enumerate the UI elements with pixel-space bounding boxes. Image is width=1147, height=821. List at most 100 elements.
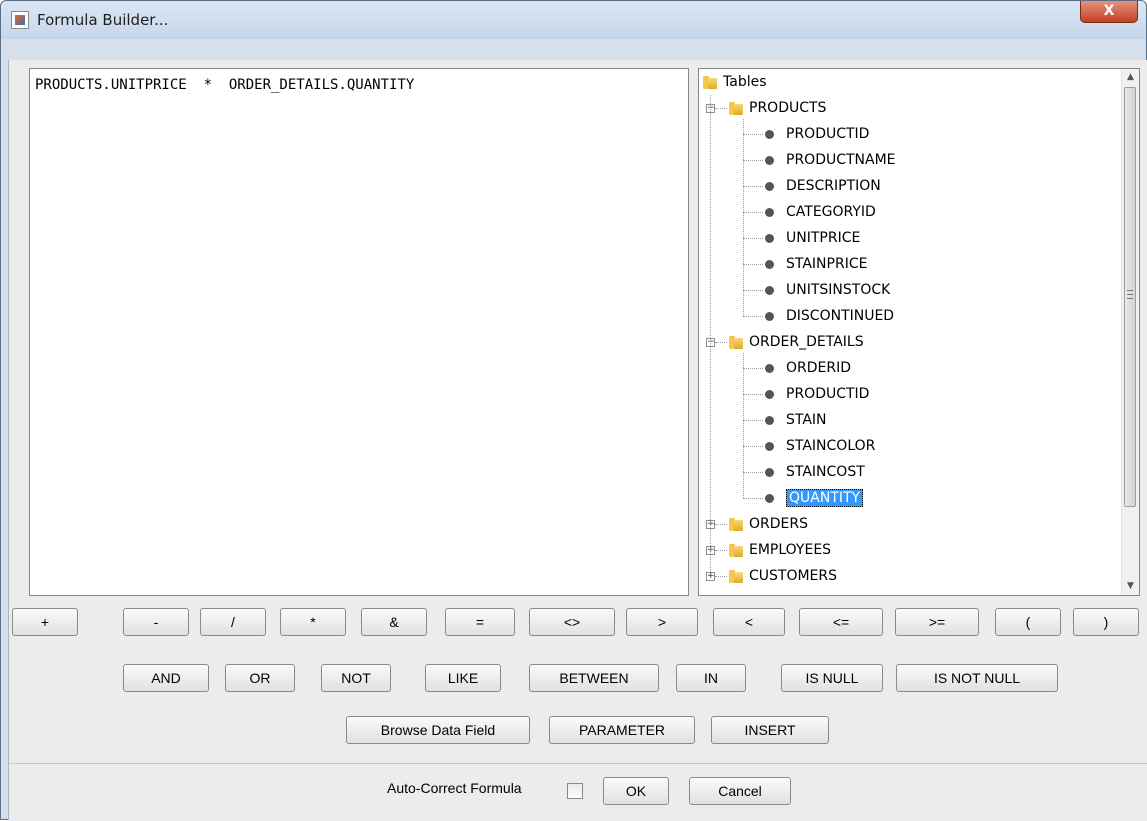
tree-field-node[interactable]: UNITPRICE	[765, 227, 860, 249]
tree-table-node[interactable]: ORDERS	[729, 513, 808, 535]
logical-operator-button[interactable]: NOT	[321, 664, 391, 692]
tree-table-node[interactable]: EMPLOYEES	[729, 539, 831, 561]
logical-operator-button[interactable]: AND	[123, 664, 209, 692]
tree-field-node[interactable]: PRODUCTID	[765, 123, 869, 145]
table-name-label: ORDERS	[749, 516, 808, 532]
operator-button[interactable]: /	[200, 608, 266, 636]
expand-icon[interactable]: +	[706, 572, 715, 581]
field-label: STAINCOST	[786, 464, 865, 480]
field-label: CATEGORYID	[786, 204, 876, 220]
table-name-label: EMPLOYEES	[749, 542, 832, 558]
scroll-down-arrow-icon[interactable]: ▼	[1122, 578, 1139, 595]
folder-icon	[729, 569, 743, 583]
auto-correct-label: Auto-Correct Formula	[387, 780, 522, 796]
formula-editor[interactable]: PRODUCTS.UNITPRICE * ORDER_DETAILS.QUANT…	[29, 68, 689, 596]
operator-button[interactable]: *	[280, 608, 346, 636]
tree-connector	[743, 290, 763, 291]
tree-field-node[interactable]: STAINCOLOR	[765, 435, 875, 457]
field-icon	[765, 389, 774, 399]
selected-field-label: QUANTITY	[786, 489, 864, 507]
operator-button[interactable]: =	[445, 608, 515, 636]
operator-button[interactable]: &	[361, 608, 427, 636]
tree-field-node[interactable]: DESCRIPTION	[765, 175, 881, 197]
tree-connector	[743, 212, 763, 213]
tree-connector	[743, 353, 744, 498]
field-icon	[765, 233, 774, 243]
logical-operator-button[interactable]: LIKE	[425, 664, 501, 692]
tree-field-node[interactable]: STAINCOST	[765, 461, 865, 483]
folder-icon	[729, 101, 743, 115]
tree-connector	[715, 342, 727, 343]
field-icon	[765, 181, 774, 191]
footer-bar: Auto-Correct Formula OK Cancel	[9, 763, 1147, 821]
tree-scrollbar[interactable]: ▲ ▼	[1121, 69, 1139, 595]
tree-field-node[interactable]: ORDERID	[765, 357, 851, 379]
operator-button[interactable]: )	[1073, 608, 1139, 636]
logical-operator-button[interactable]: OR	[225, 664, 295, 692]
field-icon	[765, 207, 774, 217]
operator-button[interactable]: <=	[799, 608, 883, 636]
field-icon	[765, 155, 774, 165]
tree-connector	[743, 160, 763, 161]
close-button[interactable]: X	[1080, 1, 1138, 23]
tree-root-node[interactable]: Tables	[703, 71, 767, 93]
tree-field-node[interactable]: QUANTITY	[765, 487, 864, 509]
ok-button[interactable]: OK	[603, 777, 669, 805]
action-button[interactable]: PARAMETER	[549, 716, 695, 744]
field-icon	[765, 493, 774, 503]
tree-field-node[interactable]: STAIN	[765, 409, 827, 431]
logical-operator-button[interactable]: IS NOT NULL	[896, 664, 1058, 692]
table-tree[interactable]: Tables − PRODUCTS PRODUCTID PRODUCTNAME DESCR…	[698, 68, 1140, 596]
tree-connector	[715, 108, 727, 109]
tree-table-node[interactable]: CUSTOMERS	[729, 565, 837, 587]
field-icon	[765, 441, 774, 451]
field-icon	[765, 467, 774, 477]
tree-table-node[interactable]: PRODUCTS	[729, 97, 826, 119]
action-button[interactable]: INSERT	[711, 716, 829, 744]
operator-button[interactable]: +	[12, 608, 78, 636]
logical-operator-button[interactable]: IN	[676, 664, 746, 692]
action-button[interactable]: Browse Data Field	[346, 716, 530, 744]
operator-button[interactable]: >=	[895, 608, 979, 636]
tree-field-node[interactable]: PRODUCTID	[765, 383, 869, 405]
field-icon	[765, 129, 774, 139]
tree-connector	[743, 498, 763, 499]
tree-field-node[interactable]: CATEGORYID	[765, 201, 876, 223]
field-icon	[765, 415, 774, 425]
scrollbar-thumb[interactable]	[1124, 87, 1136, 507]
logical-operator-button[interactable]: BETWEEN	[529, 664, 659, 692]
folder-icon	[729, 335, 743, 349]
field-label: STAIN	[786, 412, 827, 428]
tree-connector	[743, 238, 763, 239]
title-bar[interactable]: Formula Builder... X	[1, 1, 1146, 39]
field-label: DISCONTINUED	[786, 308, 895, 324]
folder-icon	[729, 517, 743, 531]
tree-connector	[743, 368, 763, 369]
field-label: UNITPRICE	[786, 230, 861, 246]
tree-connector	[743, 119, 744, 316]
operator-button[interactable]: <	[713, 608, 785, 636]
tree-table-node[interactable]: ORDER_DETAILS	[729, 331, 864, 353]
dialog-content: PRODUCTS.UNITPRICE * ORDER_DETAILS.QUANT…	[8, 60, 1147, 821]
tree-field-node[interactable]: STAINPRICE	[765, 253, 867, 275]
window-title: Formula Builder...	[37, 11, 169, 29]
tree-connector	[743, 264, 763, 265]
tree-field-node[interactable]: DISCONTINUED	[765, 305, 894, 327]
logical-operator-button[interactable]: IS NULL	[781, 664, 883, 692]
tree-connector	[743, 394, 763, 395]
operator-button[interactable]: (	[995, 608, 1061, 636]
operator-button[interactable]: -	[123, 608, 189, 636]
tree-connector	[743, 186, 763, 187]
tree-connector	[715, 576, 727, 577]
tree-connector	[715, 524, 727, 525]
operator-button[interactable]: <>	[529, 608, 615, 636]
cancel-button[interactable]: Cancel	[689, 777, 791, 805]
java-app-icon	[11, 11, 29, 29]
operator-button[interactable]: >	[626, 608, 698, 636]
auto-correct-checkbox[interactable]	[567, 783, 583, 799]
field-label: STAINCOLOR	[786, 438, 876, 454]
tree-field-node[interactable]: PRODUCTNAME	[765, 149, 896, 171]
folder-icon	[729, 543, 743, 557]
scroll-up-arrow-icon[interactable]: ▲	[1122, 69, 1139, 86]
tree-field-node[interactable]: UNITSINSTOCK	[765, 279, 890, 301]
